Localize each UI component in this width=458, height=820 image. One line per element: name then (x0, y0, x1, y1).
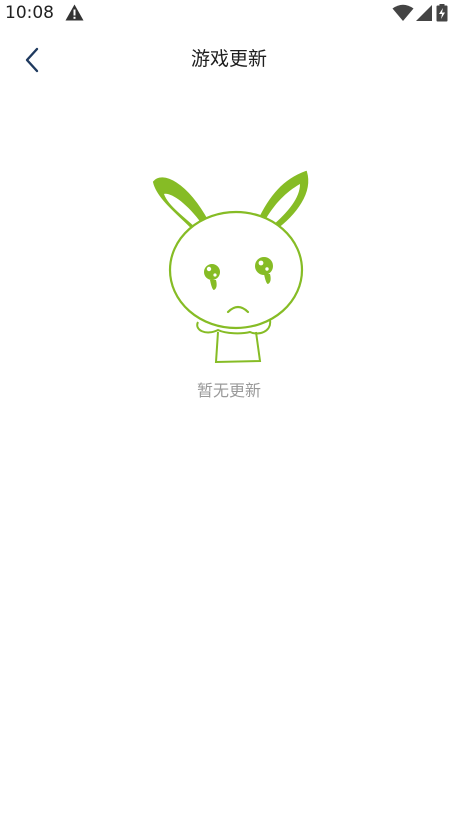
empty-state: 暂无更新 (0, 160, 458, 420)
wifi-icon (392, 4, 414, 21)
status-right-icons (392, 4, 454, 22)
battery-charging-icon (436, 4, 448, 22)
sad-bunny-illustration (146, 166, 316, 366)
signal-icon (416, 5, 432, 21)
status-bar: 10:08 (0, 0, 458, 26)
warning-icon (65, 4, 84, 21)
toolbar: 游戏更新 (0, 34, 458, 86)
page-title: 游戏更新 (190, 48, 267, 70)
status-time: 10:08 (5, 3, 54, 23)
empty-message: 暂无更新 (196, 381, 261, 400)
